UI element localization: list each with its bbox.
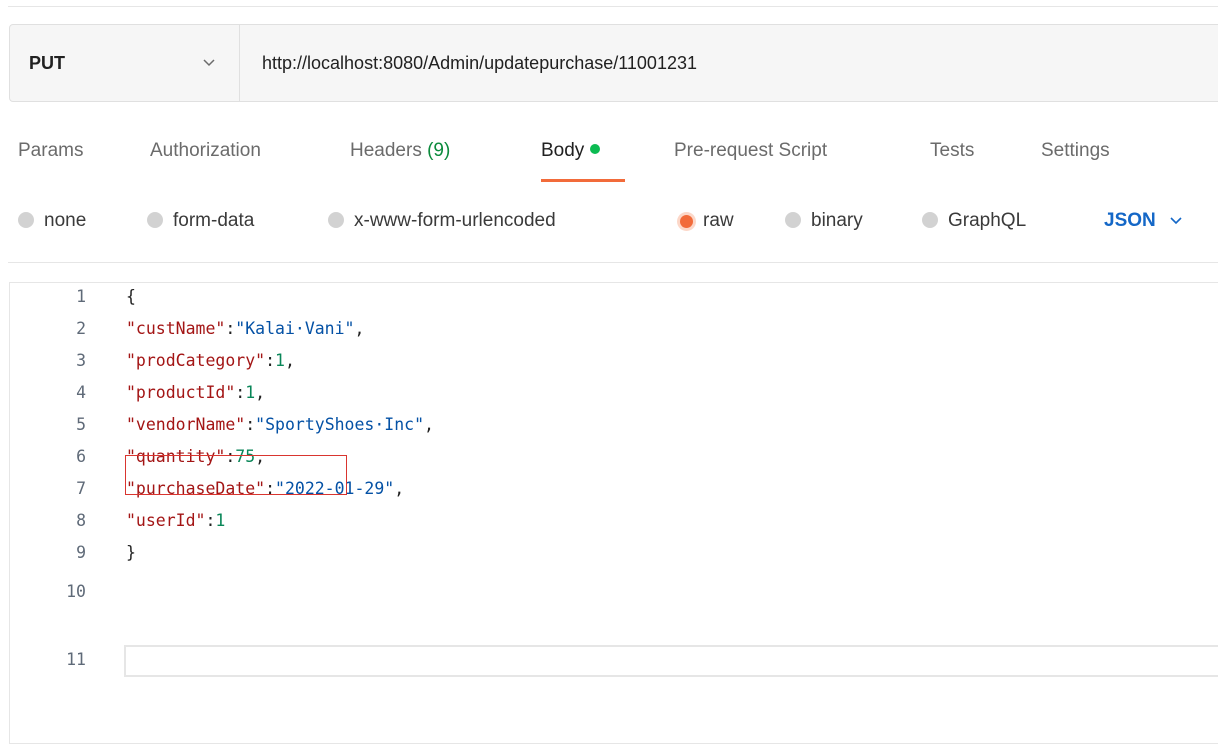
- active-line-indicator: [124, 645, 1218, 677]
- radio-circle-icon: [785, 212, 801, 228]
- radio-selected-icon: [680, 215, 693, 228]
- code-line: 1 {: [10, 283, 1210, 315]
- body-active-dot: [590, 144, 601, 154]
- code-text: "prodCategory":1,: [126, 351, 295, 370]
- code-line: 4 "productId":1,: [10, 379, 1210, 411]
- url-input[interactable]: http://localhost:8080/Admin/updatepurcha…: [262, 53, 697, 74]
- radio-circle-icon: [147, 212, 163, 228]
- tab-headers[interactable]: Headers (9): [350, 140, 450, 162]
- radio-graphql[interactable]: GraphQL: [922, 210, 1026, 232]
- code-line: 9 }: [10, 539, 1210, 571]
- radio-circle-icon: [328, 212, 344, 228]
- code-line: 2 "custName":"Kalai·Vani",: [10, 315, 1210, 347]
- line-number: 10: [66, 582, 86, 601]
- radio-none[interactable]: none: [18, 210, 86, 232]
- method-label: PUT: [29, 53, 65, 73]
- line-number: 3: [76, 351, 86, 370]
- radio-circle-icon: [18, 212, 34, 228]
- code-editor[interactable]: 1 { 2 "custName":"Kalai·Vani", 3 "prodCa…: [9, 282, 1218, 744]
- tab-params[interactable]: Params: [18, 140, 83, 162]
- request-tabs: Params Authorization Headers (9) Body Pr…: [0, 130, 1218, 186]
- code-line: 3 "prodCategory":1,: [10, 347, 1210, 379]
- radio-form-data[interactable]: form-data: [147, 210, 254, 232]
- radio-circle-icon: [922, 212, 938, 228]
- tab-authorization[interactable]: Authorization: [150, 140, 261, 162]
- code-line: 8 "userId":1: [10, 507, 1210, 539]
- code-text: }: [126, 543, 136, 562]
- tab-body[interactable]: Body: [541, 140, 601, 162]
- headers-count: (9): [427, 140, 451, 161]
- request-url-bar: PUT http://localhost:8080/Admin/updatepu…: [9, 24, 1218, 102]
- code-text: "vendorName":"SportyShoes·Inc",: [126, 415, 434, 434]
- line-number: 8: [76, 511, 86, 530]
- line-number: 1: [76, 287, 86, 306]
- quantity-highlight-box: [125, 455, 347, 495]
- tab-tests[interactable]: Tests: [930, 140, 974, 162]
- postman-request-panel: PUT http://localhost:8080/Admin/updatepu…: [0, 0, 1218, 746]
- line-number: 11: [66, 650, 86, 669]
- method-select[interactable]: PUT: [10, 25, 240, 101]
- chevron-down-icon: [1170, 217, 1182, 225]
- line-number: 4: [76, 383, 86, 402]
- format-select[interactable]: JSON: [1104, 210, 1184, 232]
- code-text: "productId":1,: [126, 383, 266, 402]
- chevron-down-icon: [203, 59, 215, 67]
- code-text: "userId":1: [126, 511, 226, 530]
- body-type-options: none form-data x-www-form-urlencoded raw…: [0, 200, 1218, 250]
- radio-binary[interactable]: binary: [785, 210, 863, 232]
- line-number: 9: [76, 543, 86, 562]
- radio-raw[interactable]: raw: [678, 210, 734, 232]
- code-text: {: [126, 287, 136, 306]
- radio-x-www-form-urlencoded[interactable]: x-www-form-urlencoded: [328, 210, 556, 232]
- line-number: 6: [76, 447, 86, 466]
- active-tab-underline: [541, 179, 625, 182]
- code-text: "custName":"Kalai·Vani",: [126, 319, 365, 338]
- line-number: 7: [76, 479, 86, 498]
- code-line: 10: [10, 578, 1210, 610]
- line-number: 5: [76, 415, 86, 434]
- top-divider: [8, 6, 1218, 7]
- line-number: 2: [76, 319, 86, 338]
- tab-pre-request-script[interactable]: Pre-request Script: [674, 140, 827, 162]
- section-divider: [8, 262, 1218, 263]
- tab-settings[interactable]: Settings: [1041, 140, 1110, 162]
- code-line: 5 "vendorName":"SportyShoes·Inc",: [10, 411, 1210, 443]
